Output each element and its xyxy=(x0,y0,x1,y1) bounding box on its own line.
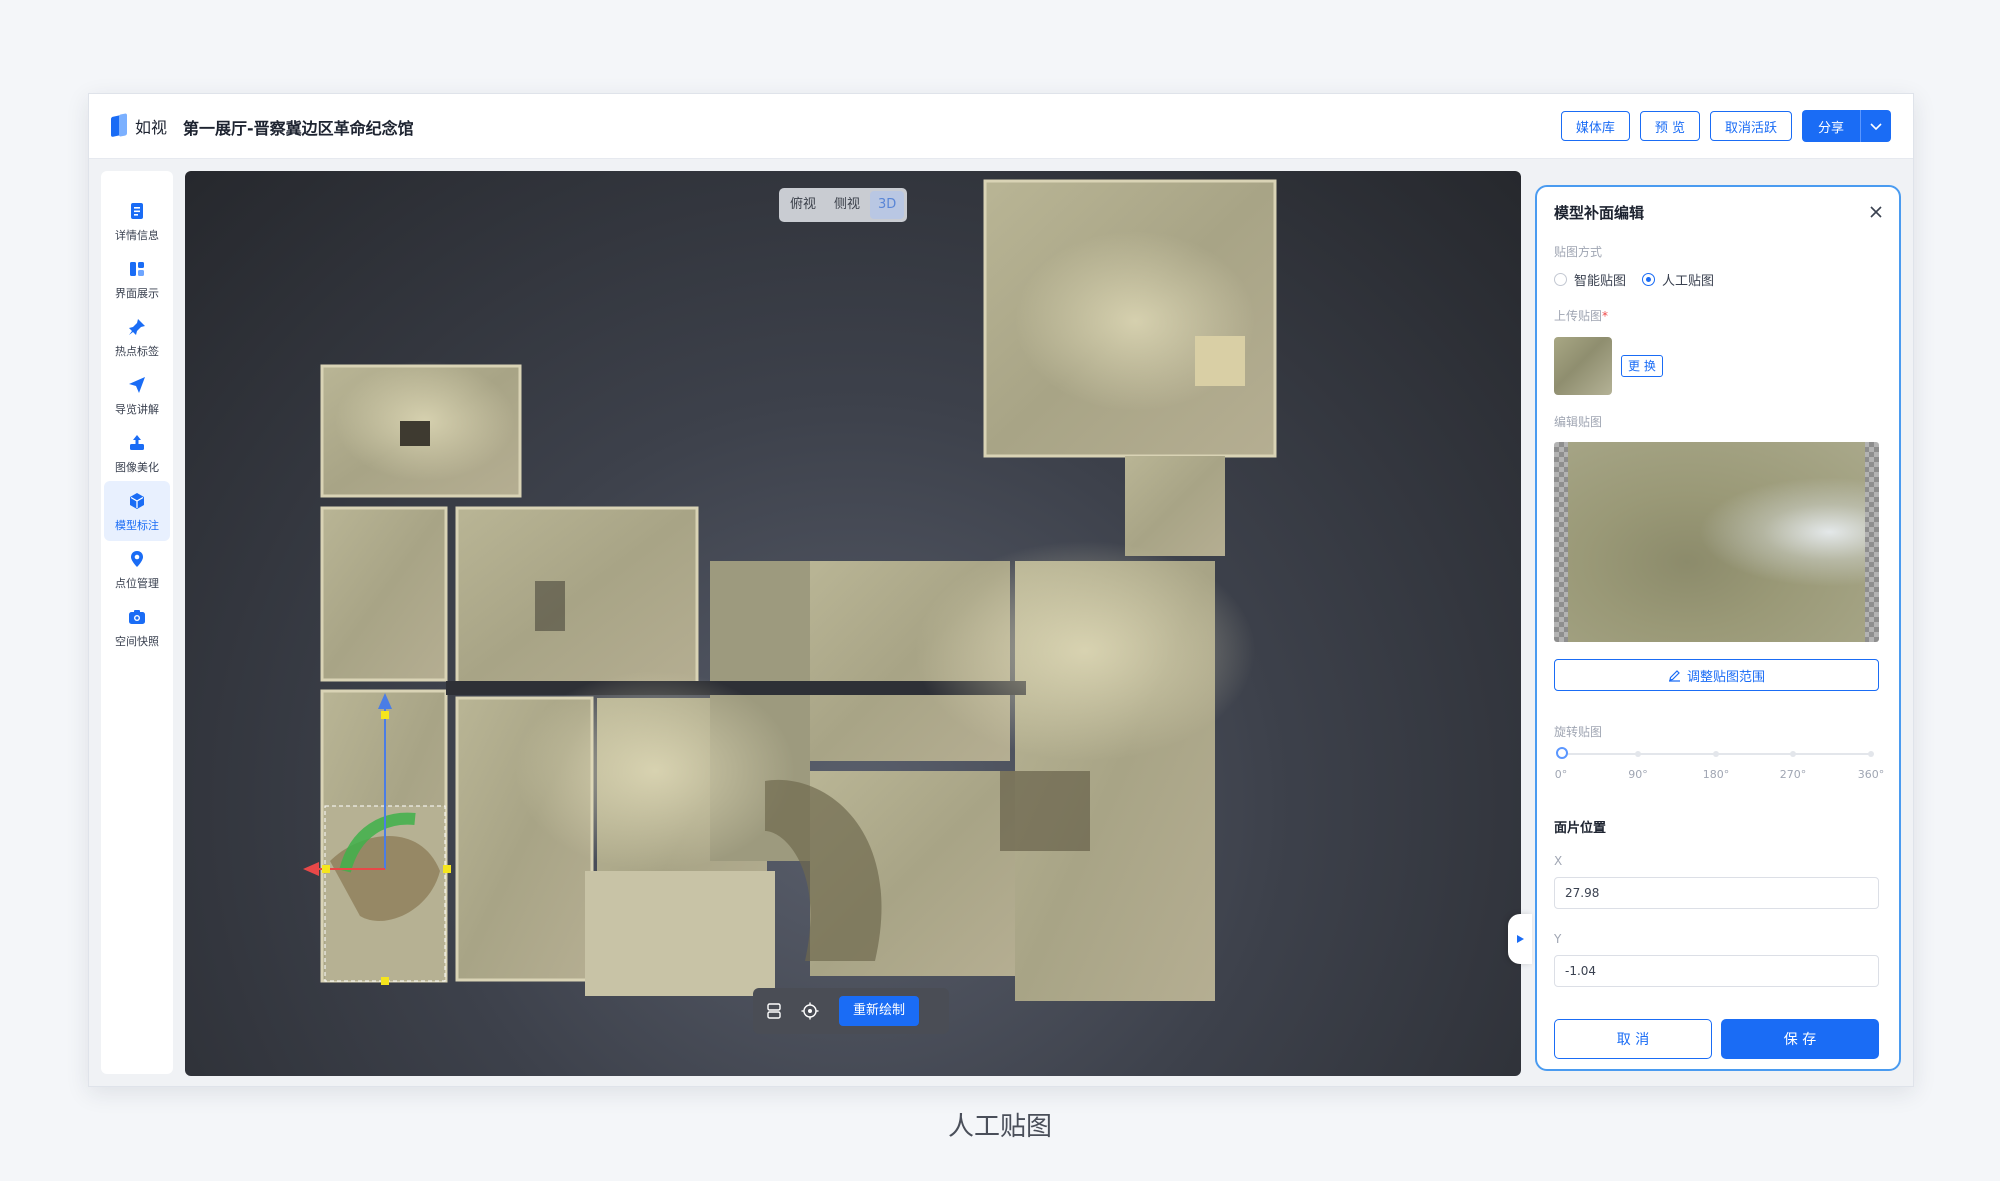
3d-model-viewport[interactable]: 俯视 侧视 3D 重新绘制 xyxy=(185,171,1521,1076)
y-position-input[interactable]: -1.04 xyxy=(1554,955,1879,987)
page-title: 第一展厅-晋察冀边区革命纪念馆 xyxy=(183,119,414,138)
share-button[interactable]: 分享 xyxy=(1802,110,1861,142)
share-split-button: 分享 xyxy=(1801,110,1891,142)
mapping-method-group: 智能贴图 人工贴图 xyxy=(1554,270,1714,289)
redraw-button[interactable]: 重新绘制 xyxy=(839,996,920,1026)
adjust-range-label: 调整贴图范围 xyxy=(1686,669,1765,685)
logo-text: 如视 xyxy=(135,118,168,137)
edit-texture-label: 编辑贴图 xyxy=(1554,415,1603,429)
sidebar-item-label: 图像美化 xyxy=(115,460,159,474)
slider-tick xyxy=(1635,751,1641,757)
sidebar-item-layout[interactable]: 界面展示 xyxy=(104,249,170,309)
sidebar-item-snapshot[interactable]: 空间快照 xyxy=(104,597,170,657)
rotation-tick-label: 0° xyxy=(1554,768,1568,781)
upload-label: 上传贴图* xyxy=(1554,307,1608,324)
mapping-method-label: 贴图方式 xyxy=(1554,245,1603,259)
app-window: 如视 第一展厅-晋察冀边区革命纪念馆 媒体库 预 览 取消活跃 分享 详情信息 … xyxy=(88,93,1914,1087)
edit-pencil-icon xyxy=(1668,669,1680,682)
sidebar-item-model-annotation[interactable]: 模型标注 xyxy=(104,481,170,541)
texture-thumbnail[interactable] xyxy=(1554,337,1612,395)
top-actions: 媒体库 预 览 取消活跃 分享 xyxy=(1560,110,1891,142)
sidebar-item-guide[interactable]: 导览讲解 xyxy=(104,365,170,425)
logo: 如视 xyxy=(111,114,167,138)
x-label: X xyxy=(1554,854,1563,868)
sidebar-item-hotspots[interactable]: 热点标签 xyxy=(104,307,170,367)
sidebar-item-label: 界面展示 xyxy=(115,286,159,300)
camera-icon xyxy=(126,606,148,628)
sidebar-item-points[interactable]: 点位管理 xyxy=(104,539,170,599)
top-bar: 如视 第一展厅-晋察冀边区革命纪念馆 媒体库 预 览 取消活跃 分享 xyxy=(89,94,1913,159)
surface-edit-panel: 模型补面编辑 贴图方式 智能贴图 人工贴图 上传贴图* 更 换 编辑贴图 调整贴… xyxy=(1535,185,1901,1071)
document-icon xyxy=(126,200,148,222)
layout-icon xyxy=(126,258,148,280)
view-side-tab[interactable]: 侧视 xyxy=(826,191,868,219)
texture-image xyxy=(1568,442,1865,642)
sidebar-item-beautify[interactable]: 图像美化 xyxy=(104,423,170,483)
rotation-slider-handle[interactable] xyxy=(1556,747,1568,759)
rotation-tick-label: 180° xyxy=(1702,768,1730,781)
rotation-tick-label: 270° xyxy=(1779,768,1807,781)
radio-label: 人工贴图 xyxy=(1662,274,1715,289)
rotation-tick-label: 360° xyxy=(1857,768,1885,781)
cube-icon xyxy=(126,490,148,512)
rotate-label: 旋转贴图 xyxy=(1554,725,1603,739)
sidebar-item-label: 导览讲解 xyxy=(115,402,159,416)
radio-indicator xyxy=(1642,273,1656,286)
paper-plane-icon xyxy=(126,374,148,396)
location-icon xyxy=(126,548,148,570)
slider-tick xyxy=(1868,751,1874,757)
deactivate-button[interactable]: 取消活跃 xyxy=(1709,111,1792,141)
sidebar-item-label: 热点标签 xyxy=(115,344,159,358)
media-library-button[interactable]: 媒体库 xyxy=(1560,111,1630,141)
radio-label: 智能贴图 xyxy=(1574,274,1627,289)
change-texture-button[interactable]: 更 换 xyxy=(1621,355,1663,377)
position-section-title: 面片位置 xyxy=(1554,821,1607,836)
rotation-tick-label: 90° xyxy=(1628,768,1648,781)
left-sidebar: 详情信息 界面展示 热点标签 导览讲解 图像美化 模型标注 点位管理 空间快照 xyxy=(101,171,173,1074)
floorplan-model xyxy=(303,179,1277,1001)
panel-title: 模型补面编辑 xyxy=(1554,204,1645,222)
view-3d-tab[interactable]: 3D xyxy=(870,191,905,219)
radio-indicator xyxy=(1554,273,1567,286)
slider-tick xyxy=(1713,751,1719,757)
adjust-range-button[interactable]: 调整贴图范围 xyxy=(1554,659,1879,691)
cancel-button[interactable]: 取 消 xyxy=(1554,1019,1712,1059)
sidebar-item-label: 点位管理 xyxy=(115,576,159,590)
collapse-panel-button[interactable] xyxy=(1508,914,1532,964)
chevron-down-icon xyxy=(1870,123,1882,131)
close-icon[interactable] xyxy=(1867,203,1885,221)
locate-icon[interactable] xyxy=(799,1000,821,1022)
slider-tick xyxy=(1790,751,1796,757)
y-label: Y xyxy=(1554,932,1562,946)
view-mode-switch: 俯视 侧视 3D xyxy=(779,188,908,222)
sidebar-item-label: 空间快照 xyxy=(115,634,159,648)
preview-button[interactable]: 预 览 xyxy=(1639,111,1700,141)
texture-editor-canvas[interactable] xyxy=(1554,442,1879,642)
pin-icon xyxy=(126,316,148,338)
view-top-tab[interactable]: 俯视 xyxy=(782,191,824,219)
radio-manual-mapping[interactable]: 人工贴图 xyxy=(1642,270,1714,289)
sidebar-item-label: 详情信息 xyxy=(115,228,159,242)
required-mark: * xyxy=(1602,309,1609,323)
radio-smart-mapping[interactable]: 智能贴图 xyxy=(1554,270,1626,289)
rotation-slider-track[interactable] xyxy=(1558,751,1874,757)
upload-label-text: 上传贴图 xyxy=(1554,309,1603,323)
logo-icon xyxy=(111,114,129,138)
x-position-input[interactable]: 27.98 xyxy=(1554,877,1879,909)
share-dropdown-button[interactable] xyxy=(1861,110,1891,142)
figure-caption: 人工贴图 xyxy=(947,1112,1052,1142)
sidebar-item-details[interactable]: 详情信息 xyxy=(104,191,170,251)
caret-right-icon xyxy=(1517,935,1524,943)
bottom-toolbar: 重新绘制 xyxy=(753,988,949,1034)
sidebar-item-label: 模型标注 xyxy=(115,518,159,532)
save-button[interactable]: 保 存 xyxy=(1721,1019,1879,1059)
upload-icon xyxy=(126,432,148,454)
layers-icon[interactable] xyxy=(763,1000,785,1022)
